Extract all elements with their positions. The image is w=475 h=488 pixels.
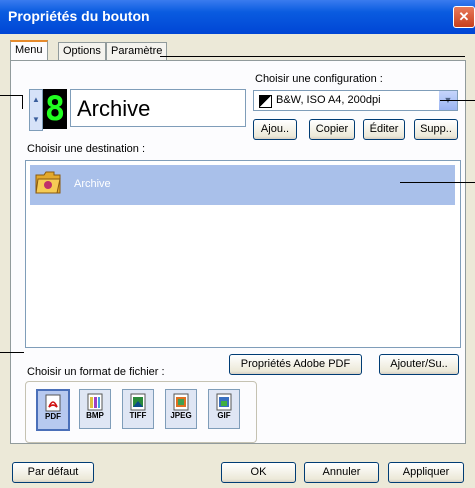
copy-config-button[interactable]: Copier: [309, 119, 355, 140]
configuration-select[interactable]: B&W, ISO A4, 200dpi ▼: [253, 90, 458, 111]
tab-options[interactable]: Options: [58, 42, 106, 61]
button-number-selector: ▲ ▼ 8: [29, 89, 69, 131]
callout-line-configuration: [440, 100, 475, 101]
jpeg-icon: [173, 393, 189, 411]
callout-line-button-number: [0, 95, 22, 96]
button-number-display: 8: [43, 89, 67, 129]
destination-label: Choisir une destination :: [27, 143, 146, 155]
destination-list[interactable]: Archive: [25, 160, 461, 348]
format-label: JPEG: [170, 411, 192, 420]
gif-icon: [216, 393, 232, 411]
button-name-field[interactable]: Archive: [70, 89, 246, 127]
delete-config-button[interactable]: Supp..: [414, 119, 458, 140]
ok-button[interactable]: OK: [221, 462, 296, 483]
destination-name: Archive: [74, 178, 111, 190]
format-bmp-button[interactable]: BMP: [79, 389, 111, 429]
format-label: PDF: [45, 412, 61, 421]
default-button[interactable]: Par défaut: [12, 462, 94, 483]
format-label: BMP: [86, 411, 104, 420]
edit-config-button[interactable]: Éditer: [363, 119, 405, 140]
callout-line-tabs: [160, 56, 465, 57]
add-config-button[interactable]: Ajou..: [253, 119, 297, 140]
close-button[interactable]: ✕: [453, 6, 475, 28]
dialog-window: Propriétés du bouton ✕ Menu Options Para…: [0, 0, 475, 488]
format-label: TIFF: [129, 411, 147, 420]
file-format-group: PDF BMP TIFF JPEG GIF: [25, 381, 257, 443]
spin-up-icon[interactable]: ▲: [30, 90, 42, 110]
format-tiff-button[interactable]: TIFF: [122, 389, 154, 429]
destination-item[interactable]: Archive: [30, 165, 455, 205]
callout-line-destination: [400, 182, 475, 183]
title-bar[interactable]: Propriétés du bouton ✕: [0, 0, 475, 34]
callout-line-file-format: [0, 352, 24, 353]
callout-line-button-number-tick: [22, 95, 23, 109]
bmp-icon: [87, 393, 103, 411]
spin-down-icon[interactable]: ▼: [30, 110, 42, 130]
configuration-label: Choisir une configuration :: [255, 73, 383, 85]
format-pdf-button[interactable]: PDF: [36, 389, 70, 431]
folder-icon: [35, 171, 61, 194]
configuration-value: B&W, ISO A4, 200dpi: [276, 94, 381, 106]
file-format-label: Choisir un format de fichier :: [27, 366, 165, 378]
format-label: GIF: [217, 411, 231, 420]
bw-swatch-icon: [259, 95, 272, 108]
window-title: Propriétés du bouton: [8, 8, 150, 24]
format-gif-button[interactable]: GIF: [208, 389, 240, 429]
adobe-pdf-properties-button[interactable]: Propriétés Adobe PDF: [229, 354, 362, 375]
apply-button[interactable]: Appliquer: [388, 462, 464, 483]
pdf-icon: [45, 394, 61, 412]
add-remove-format-button[interactable]: Ajouter/Su..: [379, 354, 459, 375]
cancel-button[interactable]: Annuler: [304, 462, 379, 483]
button-number-spinner[interactable]: ▲ ▼: [29, 89, 43, 131]
tab-parametre[interactable]: Paramètre: [106, 42, 168, 61]
tiff-icon: [130, 393, 146, 411]
format-jpeg-button[interactable]: JPEG: [165, 389, 197, 429]
